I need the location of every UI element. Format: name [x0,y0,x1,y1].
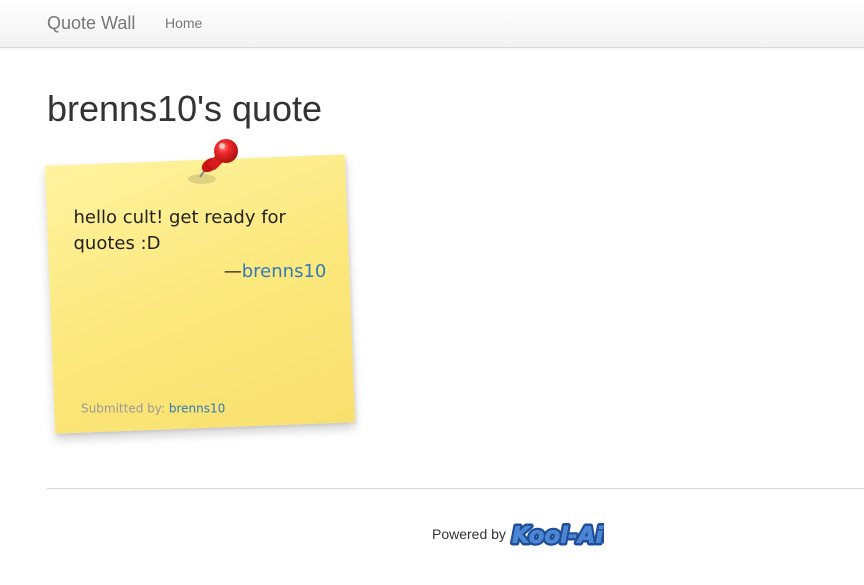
powered-by-label: Powered by [432,526,506,542]
submitted-by-link[interactable]: brenns10 [169,402,225,416]
quote-author: —brenns10 [224,261,327,282]
svg-text:Kool-Aid: Kool-Aid [512,523,604,549]
quote-dash: — [223,261,242,283]
submitted-by: Submitted by: brenns10 [81,402,225,416]
footer-divider [47,488,864,489]
submitted-label: Submitted by: [81,401,166,416]
quote-author-link[interactable]: brenns10 [242,261,327,282]
page-title: brenns10's quote [47,88,323,129]
kool-aid-logo[interactable]: Kool-Aid Kool-Aid [509,516,605,552]
navbar: Quote Wall Home [0,0,864,48]
pushpin-icon [188,139,238,184]
quote-text: hello cult! get ready for quotes :D [73,206,286,254]
sticky-note: hello cult! get ready for quotes :D —bre… [44,154,356,434]
brand-link[interactable]: Quote Wall [47,12,135,34]
nav-link-home[interactable]: Home [165,15,202,32]
